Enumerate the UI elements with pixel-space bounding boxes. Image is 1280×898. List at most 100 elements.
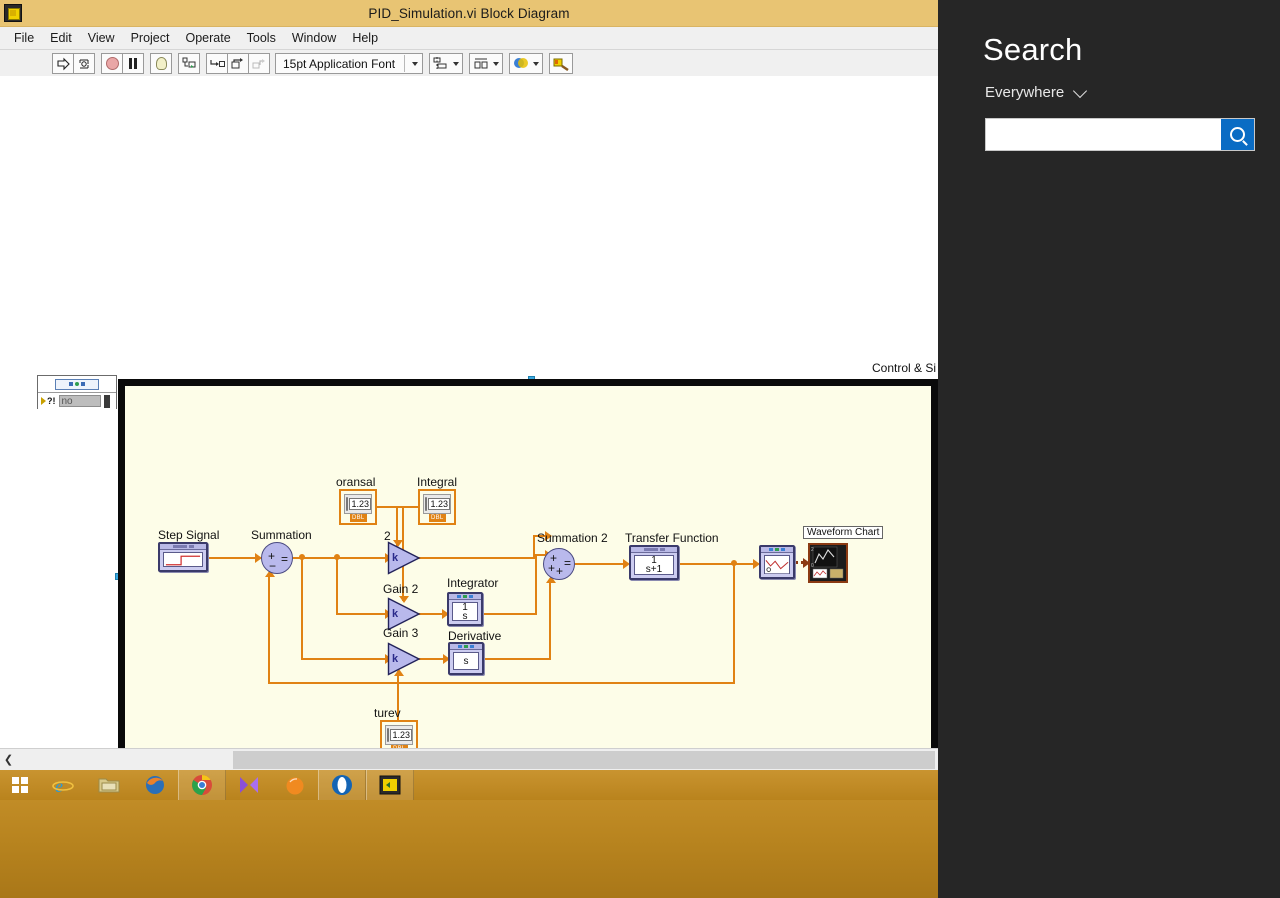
integrator-node[interactable]: 1 s [447,592,483,626]
integrator-header [449,594,481,600]
menu-edit[interactable]: Edit [42,28,80,48]
control-and-simulation-loop-label: Control & Si [870,361,938,375]
step-out-button[interactable] [248,53,270,74]
derivative-header [450,644,482,650]
summation-minus: − [269,559,277,573]
menu-help[interactable]: Help [344,28,386,48]
run-continuously-button[interactable] [73,53,95,74]
start-button[interactable] [0,770,40,800]
step-into-button[interactable] [206,53,228,74]
summation-2-label: Summation 2 [537,531,608,545]
collector-node[interactable] [759,545,795,579]
step-over-button[interactable] [227,53,249,74]
taskbar-orange-app[interactable] [272,770,318,800]
gain-4-node[interactable]: k [387,642,421,676]
retain-wire-values-button[interactable] [178,53,200,74]
search-input[interactable] [986,119,1221,150]
taskbar-chrome[interactable] [178,770,226,800]
wire-branch-gain4-h [301,658,387,660]
scrollbar-thumb[interactable] [233,750,935,769]
wire-branch-gain4-v [301,557,303,660]
run-button[interactable] [52,53,74,74]
taskbar-file-explorer[interactable] [86,770,132,800]
abort-icon [105,57,119,70]
gain-2-node[interactable]: k [387,541,421,575]
oransal-control[interactable]: 1.23 DBL [339,489,377,525]
clean-up-diagram-button[interactable] [549,53,573,74]
toolbar: 15pt Application Font [0,50,938,78]
summation-2-plus-3: + [556,564,564,578]
case-selector-row: ?! no [38,393,116,409]
taskbar: e [0,770,938,800]
numeric-knob-icon [346,497,349,511]
run-arrow-icon [41,397,46,405]
summation-node[interactable]: + − = [261,542,293,574]
integrator-label: Integrator [447,576,499,590]
menu-view[interactable]: View [80,28,123,48]
svg-text:2: 2 [811,547,814,553]
gain-3-label: Gain 3 [383,626,419,640]
align-objects-button[interactable] [429,53,463,74]
chevron-down-icon [412,61,418,66]
gain-2-label: Gain 2 [383,582,419,596]
integral-type-tag: DBL [429,514,446,522]
summation-label: Summation [251,528,312,542]
labview-vi-icon [4,4,22,22]
turev-control[interactable]: 1.23 DBL [380,720,418,748]
search-heading: Search [983,32,1083,67]
highlight-execution-button[interactable] [150,53,172,74]
menu-tools[interactable]: Tools [239,28,284,48]
horizontal-scrollbar[interactable]: ❮ [0,748,938,770]
font-divider [404,55,405,72]
wire-gain2-out-h1 [419,557,535,559]
menu-project[interactable]: Project [123,28,178,48]
step-signal-node[interactable] [158,542,208,572]
turev-value: 1.23 [390,729,412,741]
integral-value: 1.23 [428,498,450,510]
taskbar-opera[interactable] [318,770,366,800]
derivative-node[interactable]: s [448,642,484,675]
derivative-expression: s [453,652,479,670]
menu-file[interactable]: File [6,28,42,48]
taskbar-firefox[interactable] [132,770,178,800]
waveform-chart-label: Waveform Chart [803,526,884,539]
menu-operate[interactable]: Operate [177,28,238,48]
wire-feedback-h [268,682,735,684]
abort-execution-button[interactable] [101,53,123,74]
case-selector-bar [103,394,110,408]
summation-2-node[interactable]: + + + = [543,548,575,580]
pause-button[interactable] [122,53,144,74]
derivative-label: Derivative [448,629,502,643]
transfer-function-label: Transfer Function [625,531,719,545]
block-diagram-canvas[interactable]: ?! no Control & Si Step Signal Summation… [0,76,938,748]
taskbar-labview[interactable] [366,770,414,800]
lightbulb-icon [155,57,167,70]
pause-icon [129,58,137,69]
waveform-chart-indicator[interactable]: 2 0 [808,543,848,583]
search-scope-dropdown[interactable]: Everywhere [985,83,1088,101]
taskbar-internet-explorer[interactable]: e [40,770,86,800]
transfer-function-node[interactable]: 1 s+1 [629,545,679,580]
menu-window[interactable]: Window [284,28,344,48]
integral-control[interactable]: 1.23 DBL [418,489,456,525]
scrollbar-track[interactable] [17,750,938,770]
case-structure-selector[interactable]: ?! no [37,375,117,409]
oransal-terminal: 1.23 [344,494,372,514]
integral-terminal: 1.23 [423,494,451,514]
scroll-left-button[interactable]: ❮ [0,750,17,770]
collector-header [761,547,793,553]
search-submit-button[interactable] [1221,119,1254,150]
tf-denominator: s+1 [645,564,663,575]
oransal-value: 1.23 [349,498,371,510]
taskbar-media-player[interactable] [226,770,272,800]
control-and-simulation-loop[interactable]: Step Signal Summation + − = oransal 1.23… [118,379,938,748]
numeric-knob-icon [425,497,428,511]
window-titlebar: PID_Simulation.vi Block Diagram [0,0,938,27]
summation-equals: = [281,552,289,566]
search-box[interactable] [985,118,1255,151]
step-signal-glyph [163,552,203,567]
font-selector[interactable]: 15pt Application Font [275,53,423,74]
distribute-objects-button[interactable] [469,53,503,74]
menubar: File Edit View Project Operate Tools Win… [0,27,938,50]
reorder-button[interactable] [509,53,543,74]
